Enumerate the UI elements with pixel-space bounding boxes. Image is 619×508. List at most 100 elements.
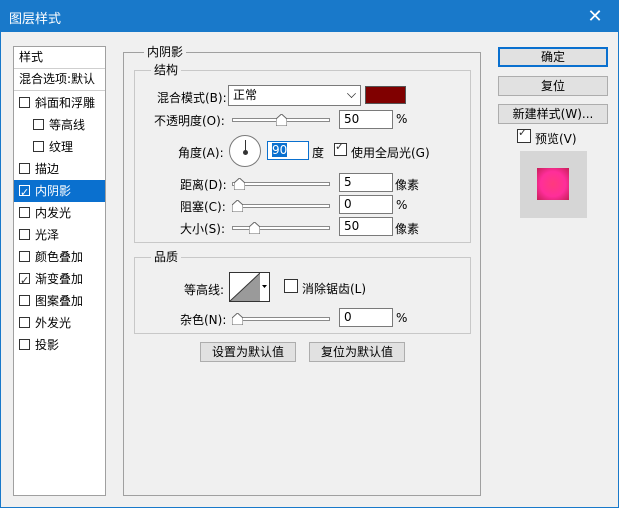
sidebar-item-checkbox[interactable] <box>33 141 44 152</box>
sidebar-item[interactable]: 渐变叠加 <box>14 268 105 292</box>
reset-default-button[interactable]: 复位为默认值 <box>309 342 405 362</box>
angle-dial[interactable] <box>229 135 261 167</box>
section-title: 内阴影 <box>144 45 187 59</box>
sidebar-item-label: 描边 <box>35 162 60 176</box>
slider-thumb[interactable] <box>232 200 243 212</box>
sidebar-item-label: 投影 <box>35 338 60 352</box>
noise-input[interactable]: 0 <box>339 308 393 327</box>
choke-input[interactable]: 0 <box>339 195 393 214</box>
distance-slider[interactable] <box>232 178 330 190</box>
slider-track <box>232 317 330 321</box>
sidebar-item[interactable]: 内阴影 <box>14 180 105 204</box>
sidebar-item-checkbox[interactable] <box>19 163 30 174</box>
sidebar-item[interactable]: 颜色叠加 <box>14 246 105 268</box>
distance-input[interactable]: 5 <box>339 173 393 192</box>
reset-button[interactable]: 复位 <box>498 76 608 96</box>
opacity-unit: % <box>396 112 408 126</box>
slider-thumb[interactable] <box>234 178 245 190</box>
sidebar-item-label: 颜色叠加 <box>35 250 84 264</box>
sidebar-item-label: 图案叠加 <box>35 294 84 308</box>
sidebar-item[interactable]: 图案叠加 <box>14 290 105 312</box>
blend-mode-select[interactable]: 正常 <box>228 85 361 106</box>
slider-track <box>232 226 330 230</box>
size-label: 大小(S): <box>180 222 226 236</box>
sidebar-item-checkbox[interactable] <box>19 295 30 306</box>
sidebar-item[interactable]: 描边 <box>14 158 105 180</box>
sidebar-item-checkbox[interactable] <box>33 119 44 130</box>
sidebar-item[interactable]: 等高线 <box>14 114 105 136</box>
global-light-checkbox[interactable] <box>334 140 347 156</box>
sidebar-item[interactable]: 光泽 <box>14 224 105 246</box>
noise-slider[interactable] <box>232 313 330 325</box>
sidebar-item[interactable]: 投影 <box>14 334 105 356</box>
size-input[interactable]: 50 <box>339 217 393 236</box>
preview-label[interactable]: 预览(V) <box>535 130 577 147</box>
dialog-title: 图层样式 <box>9 12 62 27</box>
angle-input[interactable]: 90 <box>267 141 309 160</box>
global-light-label[interactable]: 使用全局光(G) <box>351 144 430 161</box>
anti-alias-checkbox[interactable] <box>284 279 298 293</box>
sidebar-item-label: 内阴影 <box>35 184 72 198</box>
choke-label: 阻塞(C): <box>180 200 226 214</box>
opacity-slider[interactable] <box>232 114 330 126</box>
contour-picker[interactable] <box>229 272 261 302</box>
dial-center <box>243 150 248 155</box>
quality-title: 品质 <box>151 250 182 264</box>
size-unit: 像素 <box>395 222 420 236</box>
make-default-button[interactable]: 设置为默认值 <box>200 342 296 362</box>
angle-unit: 度 <box>312 146 325 160</box>
angle-label: 角度(A): <box>178 146 224 160</box>
blending-options-item[interactable]: 混合选项:默认 <box>14 69 105 91</box>
noise-unit: % <box>396 311 408 325</box>
sidebar-item[interactable]: 斜面和浮雕 <box>14 92 105 114</box>
styles-header[interactable]: 样式 <box>14 47 105 69</box>
opacity-input[interactable]: 50 <box>339 110 393 129</box>
preview-checkbox[interactable] <box>517 126 531 143</box>
sidebar-item[interactable]: 内发光 <box>14 202 105 224</box>
ok-button[interactable]: 确定 <box>498 47 608 67</box>
styles-list: 样式 混合选项:默认 斜面和浮雕等高线纹理描边内阴影内发光光泽颜色叠加渐变叠加图… <box>13 46 106 496</box>
caret-down-icon <box>262 285 267 288</box>
angle-value: 90 <box>272 143 288 157</box>
slider-thumb[interactable] <box>276 114 287 126</box>
sidebar-item-checkbox[interactable] <box>19 317 30 328</box>
sidebar-item-checkbox[interactable] <box>19 229 30 240</box>
slider-track <box>232 204 330 208</box>
anti-alias-label[interactable]: 消除锯齿(L) <box>302 280 366 297</box>
contour-label: 等高线: <box>184 283 225 297</box>
noise-label: 杂色(N): <box>180 313 227 327</box>
new-style-button[interactable]: 新建样式(W)... <box>498 104 608 124</box>
style-preview <box>520 151 587 218</box>
sidebar-item[interactable]: 外发光 <box>14 312 105 334</box>
preview-swatch <box>537 168 569 200</box>
slider-track <box>232 182 330 186</box>
sidebar-item-label: 纹理 <box>49 140 74 154</box>
sidebar-item[interactable]: 纹理 <box>14 136 105 158</box>
choke-slider[interactable] <box>232 200 330 212</box>
choke-unit: % <box>396 198 408 212</box>
slider-thumb[interactable] <box>232 313 243 325</box>
size-slider[interactable] <box>232 222 330 234</box>
sidebar-item-label: 光泽 <box>35 228 60 242</box>
blend-mode-value: 正常 <box>233 88 258 102</box>
structure-title: 结构 <box>151 63 182 77</box>
contour-dropdown[interactable] <box>260 272 270 302</box>
close-icon[interactable]: ✕ <box>572 1 618 32</box>
sidebar-item-checkbox[interactable] <box>19 207 30 218</box>
sidebar-item-checkbox[interactable] <box>19 339 30 350</box>
sidebar-item-checkbox[interactable] <box>19 182 30 204</box>
title-bar: 图层样式 ✕ <box>1 1 618 32</box>
sidebar-item-checkbox[interactable] <box>19 97 30 108</box>
distance-label: 距离(D): <box>180 178 227 192</box>
sidebar-item-label: 斜面和浮雕 <box>35 96 96 110</box>
sidebar-item-label: 等高线 <box>49 118 86 132</box>
contour-curve-icon <box>229 272 261 302</box>
sidebar-item-label: 外发光 <box>35 316 72 330</box>
sidebar-item-checkbox[interactable] <box>19 270 30 292</box>
sidebar-item-checkbox[interactable] <box>19 251 30 262</box>
blend-mode-label: 混合模式(B): <box>157 91 227 105</box>
shadow-color-swatch[interactable] <box>365 86 406 104</box>
slider-thumb[interactable] <box>249 222 260 234</box>
layer-style-dialog: 图层样式 ✕ 样式 混合选项:默认 斜面和浮雕等高线纹理描边内阴影内发光光泽颜色… <box>0 0 619 508</box>
sidebar-item-label: 内发光 <box>35 206 72 220</box>
